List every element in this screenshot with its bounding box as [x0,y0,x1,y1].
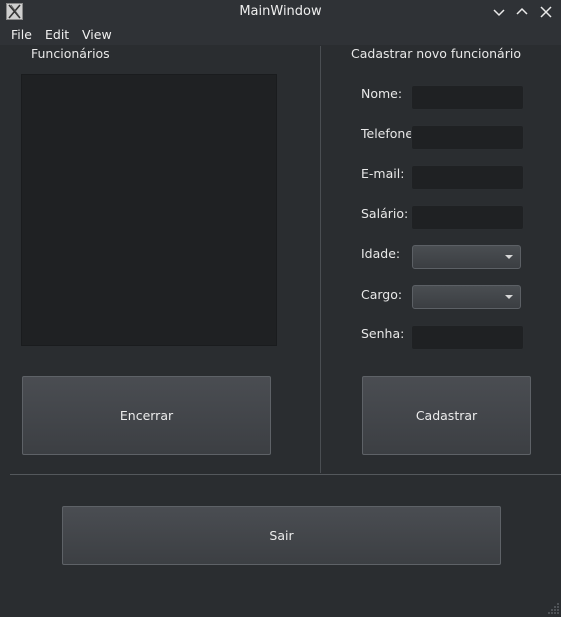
telefone-field[interactable] [411,125,524,150]
idade-label: Idade: [361,246,401,261]
sair-button[interactable]: Sair [62,506,501,565]
menu-bar: File Edit View [0,24,561,45]
menu-edit[interactable]: Edit [45,27,69,42]
close-icon[interactable] [538,4,554,20]
employees-list[interactable] [21,74,277,346]
employees-title: Funcionários [31,46,110,61]
nome-field[interactable] [411,85,524,110]
title-bar: MainWindow [0,0,561,24]
window-title: MainWindow [239,4,322,19]
register-title: Cadastrar novo funcionário [351,46,521,61]
idade-combo[interactable] [412,245,521,269]
maximize-icon[interactable] [514,4,530,20]
minimize-icon[interactable] [491,4,507,20]
salario-field[interactable] [411,205,524,230]
chevron-down-icon [505,255,513,259]
telefone-label: Telefone: [361,126,418,141]
resize-grip-icon[interactable] [548,602,560,614]
cargo-label: Cargo: [361,287,403,302]
email-field[interactable] [411,165,524,190]
menu-view[interactable]: View [82,27,112,42]
chevron-down-icon [505,295,513,299]
salario-label: Salário: [361,206,409,221]
vertical-divider [320,46,321,473]
menu-file[interactable]: File [11,27,32,42]
nome-label: Nome: [361,86,403,101]
cadastrar-button[interactable]: Cadastrar [362,376,531,455]
email-label: E-mail: [361,166,405,181]
horizontal-divider [10,474,561,475]
cargo-combo[interactable] [412,285,521,309]
senha-field[interactable] [411,325,524,350]
encerrar-button[interactable]: Encerrar [22,376,271,455]
senha-label: Senha: [361,326,405,341]
